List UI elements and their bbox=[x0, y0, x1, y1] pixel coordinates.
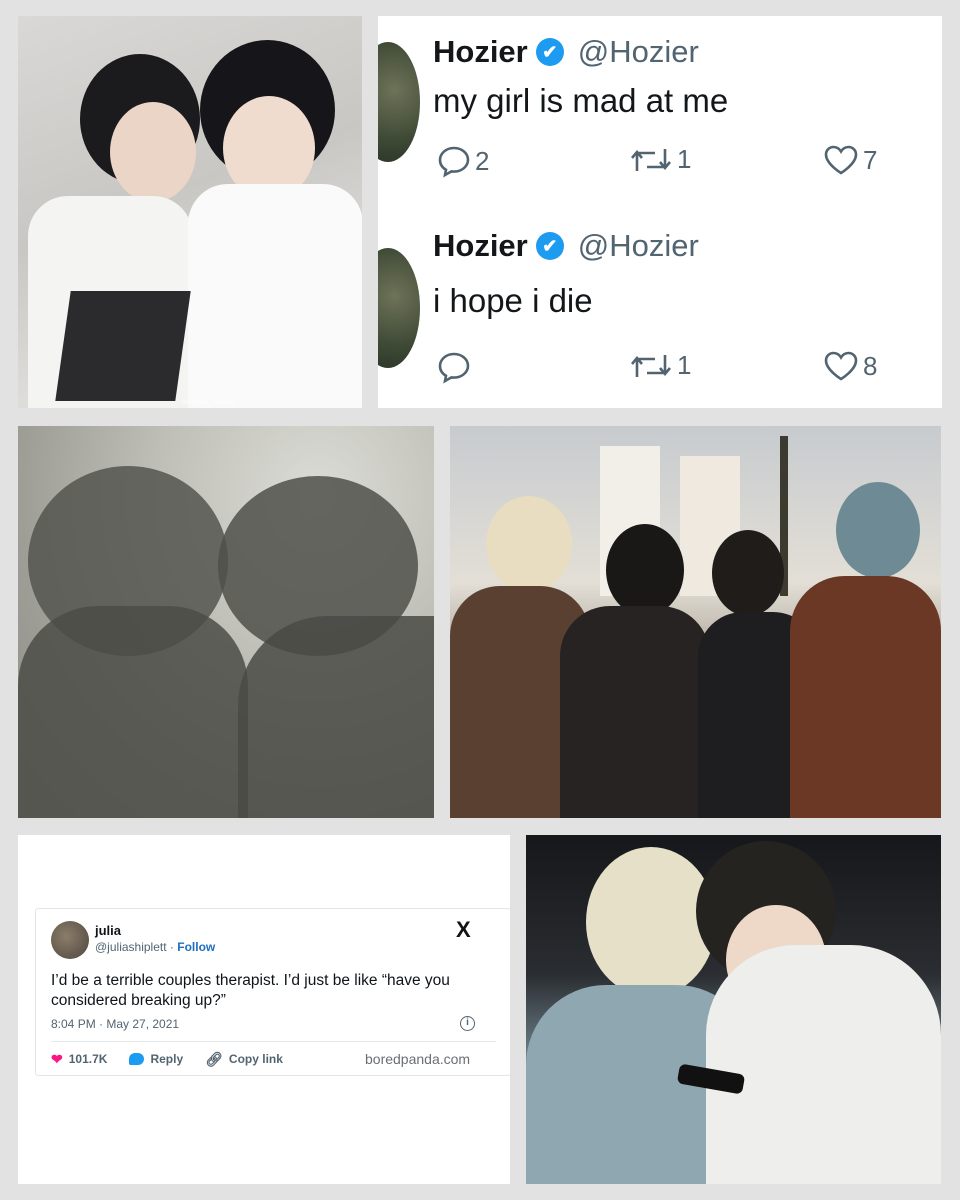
retweet-icon bbox=[631, 354, 671, 377]
copy-link-action[interactable]: 🔗︎ Copy link bbox=[205, 1051, 283, 1068]
handle-separator: · bbox=[169, 940, 174, 954]
tweet-author-name: Hozier bbox=[433, 34, 528, 69]
tweet-author-handle: @Hozier bbox=[577, 228, 699, 263]
tweet-author-name: Hozier bbox=[433, 228, 528, 263]
like-action[interactable]: 7 bbox=[823, 144, 877, 176]
hozier-tweet-1: Hozier ✔ @Hozier my girl is mad at me 2 … bbox=[378, 16, 942, 212]
verified-badge-icon: ✔ bbox=[535, 38, 564, 66]
hozier-tweet-2: Hozier ✔ @Hozier i hope i die 1 8 bbox=[378, 212, 942, 408]
like-count: 7 bbox=[863, 144, 878, 175]
reply-action[interactable] bbox=[437, 350, 475, 384]
source-watermark: boredpanda.com bbox=[365, 1051, 471, 1067]
photo-group-of-four bbox=[450, 426, 941, 818]
retweet-count: 1 bbox=[677, 350, 692, 380]
tweet-text: my girl is mad at me bbox=[433, 82, 729, 119]
info-icon[interactable]: i bbox=[460, 1016, 475, 1031]
speech-bubble-icon bbox=[438, 352, 470, 384]
tweet-author-name[interactable]: julia bbox=[95, 923, 121, 938]
heart-icon bbox=[824, 145, 858, 175]
retweet-count: 1 bbox=[677, 144, 692, 174]
like-count: 8 bbox=[863, 350, 878, 381]
tweet-actions: 2 1 7 bbox=[433, 144, 913, 184]
like-count: 101.7K bbox=[68, 1052, 108, 1066]
tweet-actions: 1 8 bbox=[433, 350, 913, 390]
julia-avatar[interactable] bbox=[51, 921, 89, 959]
tweet-author-handle[interactable]: @juliashiplett bbox=[95, 940, 167, 954]
tweet-timestamp[interactable]: 8:04 PM · May 27, 2021 bbox=[51, 1017, 179, 1031]
reply-label: Reply bbox=[150, 1052, 184, 1066]
heart-icon: ❤ bbox=[51, 1050, 63, 1067]
hozier-avatar bbox=[378, 42, 420, 162]
tweet-author-handle-row: @juliashiplett · Follow bbox=[95, 940, 215, 954]
hozier-avatar bbox=[378, 248, 420, 368]
tweet-text: I’d be a terrible couples therapist. I’d… bbox=[51, 972, 450, 1009]
heart-icon bbox=[824, 351, 858, 381]
hozier-tweets-screenshot: Hozier ✔ @Hozier my girl is mad at me 2 … bbox=[378, 16, 942, 408]
reply-action[interactable]: Reply bbox=[129, 1052, 183, 1066]
follow-link[interactable]: Follow bbox=[177, 940, 215, 954]
link-icon: 🔗︎ bbox=[205, 1050, 223, 1067]
x-logo-icon[interactable]: X bbox=[456, 917, 471, 943]
tweet-card: julia @juliashiplett · Follow X I’d be a… bbox=[35, 908, 510, 1076]
like-action[interactable]: ❤ 101.7K bbox=[51, 1051, 107, 1068]
copy-link-label: Copy link bbox=[228, 1052, 283, 1066]
retweet-action[interactable]: 1 bbox=[629, 144, 691, 175]
tweet-text: i hope i die bbox=[433, 282, 593, 319]
photo-two-friends-looking-at-phone bbox=[526, 835, 941, 1184]
speech-bubble-icon bbox=[129, 1053, 145, 1065]
photo-watermark: fee@rose_chenhee bbox=[182, 400, 235, 406]
photo-shadow-silhouettes bbox=[18, 426, 434, 818]
tweet-author-handle: @Hozier bbox=[577, 34, 699, 69]
verified-badge-icon: ✔ bbox=[535, 232, 564, 260]
like-action[interactable]: 8 bbox=[823, 350, 877, 382]
reply-count: 2 bbox=[475, 145, 490, 176]
tweet-actions: ❤ 101.7K Reply 🔗︎ Copy link bbox=[51, 1049, 305, 1069]
photo-two-friends-posing: fee@rose_chenhee bbox=[18, 16, 362, 408]
julia-tweet-screenshot: julia @juliashiplett · Follow X I’d be a… bbox=[18, 835, 510, 1184]
divider bbox=[51, 1041, 496, 1042]
reply-action[interactable]: 2 bbox=[437, 144, 489, 178]
retweet-action[interactable]: 1 bbox=[629, 350, 691, 381]
retweet-icon bbox=[631, 148, 671, 171]
speech-bubble-icon bbox=[438, 146, 470, 178]
